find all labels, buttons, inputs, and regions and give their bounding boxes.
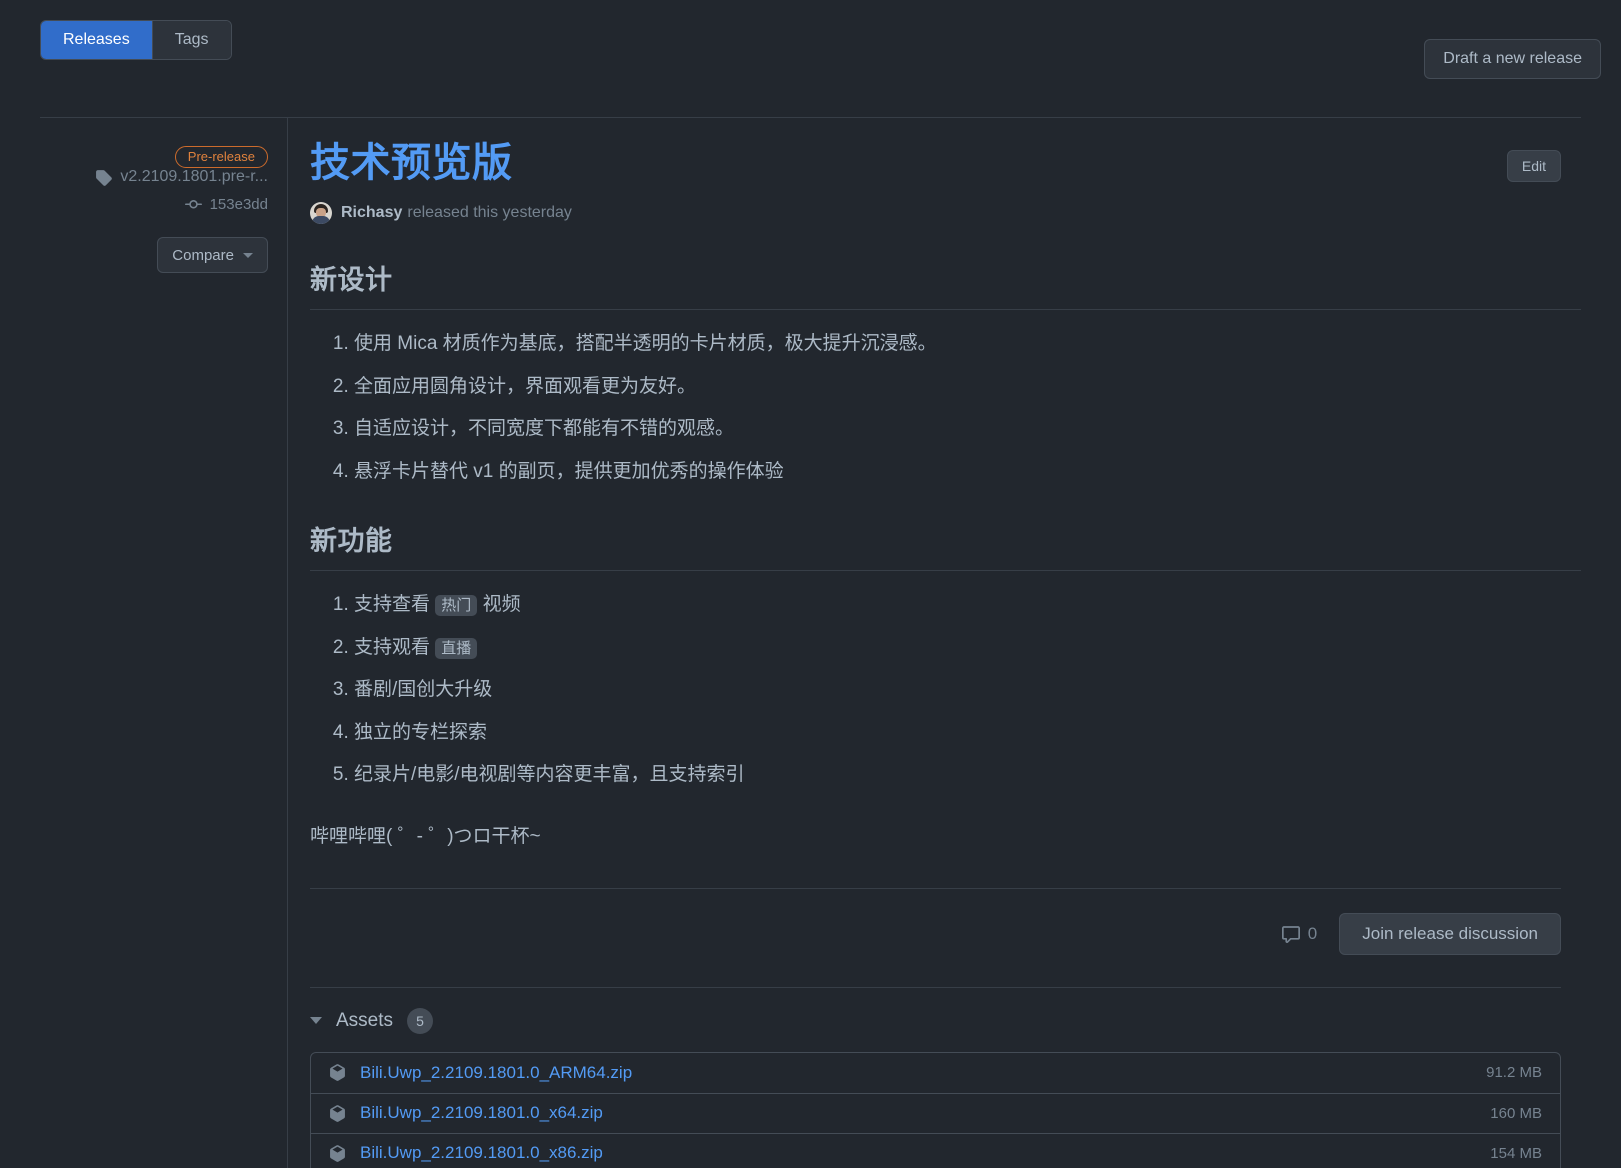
assets-count-badge: 5: [407, 1007, 434, 1034]
top-toolbar: Releases Tags: [40, 20, 1581, 60]
list-item: 纪录片/电影/电视剧等内容更丰富，且支持索引: [354, 761, 1581, 789]
assets-header[interactable]: Assets 5: [310, 1007, 1581, 1034]
comment-count-value: 0: [1307, 923, 1318, 943]
list-item: 独立的专栏探索: [354, 719, 1581, 747]
package-icon: [329, 1105, 346, 1122]
asset-name[interactable]: Bili.Uwp_2.2109.1801.0_x86.zip: [360, 1143, 1490, 1163]
package-icon: [329, 1064, 346, 1082]
releases-tags-segmented-control: Releases Tags: [40, 20, 232, 60]
draft-new-release-button[interactable]: Draft a new release: [1424, 39, 1601, 79]
comment-count: 0: [1281, 923, 1318, 944]
release-footer-text: 哔哩哔哩( ゜- ゜)つロ干杯~: [310, 825, 541, 847]
avatar: [310, 202, 332, 224]
tag-name: v2.2109.1801.pre-r...: [120, 168, 268, 185]
assets-label: Assets: [336, 1009, 394, 1031]
content-columns: Pre-release v2.2109.1801.pre-r... 153e3d…: [40, 118, 1581, 1168]
tab-tags[interactable]: Tags: [151, 21, 231, 59]
asset-name[interactable]: Bili.Uwp_2.2109.1801.0_ARM64.zip: [360, 1063, 1486, 1083]
edit-release-button[interactable]: Edit: [1506, 150, 1561, 182]
table-row[interactable]: Bili.Uwp_2.2109.1801.0_x64.zip 160 MB: [311, 1092, 1560, 1133]
features-list: 支持查看 热门 视频 支持观看 直播 番剧/国创大升级 独立的专栏探索 纪录片/…: [310, 591, 1581, 789]
list-item: 使用 Mica 材质作为基底，搭配半透明的卡片材质，极大提升沉浸感。: [354, 330, 1581, 358]
releases-page: Releases Tags Draft a new release Pre-re…: [0, 0, 1621, 1168]
chevron-down-icon: [243, 252, 253, 258]
table-row[interactable]: Bili.Uwp_2.2109.1801.0_x86.zip 154 MB: [311, 1132, 1560, 1168]
tag-row[interactable]: v2.2109.1801.pre-r...: [40, 168, 268, 186]
release-timestamp: released this yesterday: [407, 204, 572, 221]
compare-label: Compare: [172, 246, 234, 264]
chevron-down-icon[interactable]: [310, 1017, 322, 1025]
asset-size: 154 MB: [1490, 1144, 1542, 1162]
package-icon: [329, 1145, 346, 1162]
list-item-text-before: 支持查看: [354, 594, 436, 616]
body-divider: [310, 887, 1561, 889]
author-name[interactable]: Richasy: [341, 204, 402, 222]
tab-releases[interactable]: Releases: [41, 21, 152, 59]
list-item: 支持观看 直播: [354, 634, 1581, 662]
status-badge: Pre-release: [174, 146, 268, 168]
inline-code-live: 直播: [435, 637, 478, 659]
discussion-row: 0 Join release discussion: [310, 912, 1561, 955]
comment-icon: [1281, 925, 1300, 943]
release-sidebar: Pre-release v2.2109.1801.pre-r... 153e3d…: [40, 118, 288, 1168]
assets-divider: [310, 986, 1561, 988]
tag-icon: [95, 169, 113, 186]
compare-wrapper: Compare: [40, 237, 268, 273]
commit-row[interactable]: 153e3dd: [40, 196, 268, 213]
section-heading-features: 新功能: [310, 519, 1581, 572]
assets-list: Bili.Uwp_2.2109.1801.0_ARM64.zip 91.2 MB…: [310, 1051, 1561, 1168]
asset-size: 91.2 MB: [1486, 1064, 1542, 1082]
list-item: 番剧/国创大升级: [354, 676, 1581, 704]
page-title: 技术预览版: [310, 141, 513, 185]
table-row[interactable]: Bili.Uwp_2.2109.1801.0_ARM64.zip 91.2 MB: [311, 1053, 1560, 1093]
list-item: 悬浮卡片替代 v1 的副页，提供更加优秀的操作体验: [354, 458, 1581, 486]
release-byline: Richasy released this yesterday: [310, 202, 1581, 224]
compare-button[interactable]: Compare: [157, 237, 268, 273]
commit-icon: [184, 196, 202, 213]
release-main: Edit 技术预览版 Richasy released this yesterd…: [288, 118, 1581, 1168]
asset-name[interactable]: Bili.Uwp_2.2109.1801.0_x64.zip: [360, 1103, 1490, 1123]
list-item: 全面应用圆角设计，界面观看更为友好。: [354, 373, 1581, 401]
list-item-text-before: 支持观看: [354, 636, 436, 658]
inline-code-hot: 热门: [435, 595, 478, 617]
asset-size: 160 MB: [1490, 1104, 1542, 1122]
list-item-text-after: 视频: [477, 594, 521, 616]
list-item: 支持查看 热门 视频: [354, 591, 1581, 619]
join-release-discussion-button[interactable]: Join release discussion: [1339, 912, 1561, 955]
design-list: 使用 Mica 材质作为基底，搭配半透明的卡片材质，极大提升沉浸感。 全面应用圆…: [310, 330, 1581, 485]
section-heading-design: 新设计: [310, 258, 1581, 310]
commit-sha: 153e3dd: [209, 196, 268, 213]
list-item: 自适应设计，不同宽度下都能有不错的观感。: [354, 415, 1581, 443]
